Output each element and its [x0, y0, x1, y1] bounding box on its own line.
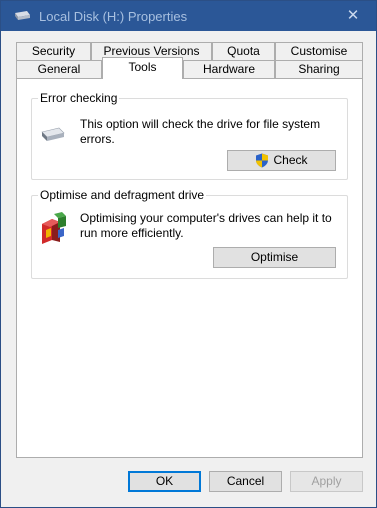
optimise-group: Optimise and defragment drive Optimising…: [31, 188, 348, 279]
optimise-button[interactable]: Optimise: [213, 247, 336, 268]
error-checking-label: Error checking: [38, 91, 120, 105]
tab-hardware[interactable]: Hardware: [183, 60, 275, 78]
tab-label: Hardware: [202, 62, 256, 76]
apply-button-label: Apply: [311, 474, 342, 488]
tab-label: Tools: [128, 60, 157, 74]
check-button[interactable]: Check: [227, 150, 336, 171]
tab-label: Security: [31, 44, 76, 58]
tab-label: Previous Versions: [103, 44, 200, 58]
apply-button[interactable]: Apply: [290, 471, 363, 492]
tab-label: General: [37, 62, 81, 76]
close-icon: ✕: [346, 7, 360, 24]
properties-dialog: Local Disk (H:) Properties ✕ Security Pr…: [0, 0, 377, 508]
optimise-label: Optimise and defragment drive: [38, 188, 207, 202]
error-checking-group: Error checking This option will check th…: [31, 91, 348, 180]
tab-label: Quota: [227, 44, 260, 58]
drive-icon: [15, 11, 30, 20]
tab-tools[interactable]: Tools: [102, 57, 183, 79]
tab-sharing[interactable]: Sharing: [275, 60, 363, 78]
defragment-icon: [42, 212, 66, 244]
ok-button-label: OK: [155, 474, 174, 488]
hard-drive-icon: [41, 127, 65, 141]
check-button-label: Check: [273, 153, 308, 167]
optimise-description: Optimising your computer's drives can he…: [80, 211, 332, 240]
optimise-button-label: Optimise: [250, 250, 299, 264]
ok-button[interactable]: OK: [128, 471, 201, 492]
close-button[interactable]: ✕: [330, 1, 376, 31]
title-bar[interactable]: Local Disk (H:) Properties ✕: [1, 1, 376, 31]
tools-panel: Error checking This option will check th…: [16, 78, 363, 458]
window-title: Local Disk (H:) Properties: [39, 9, 188, 24]
uac-shield-icon: [256, 153, 269, 168]
cancel-button-label: Cancel: [226, 474, 265, 488]
tab-label: Sharing: [298, 62, 340, 76]
tab-quota[interactable]: Quota: [212, 42, 275, 60]
tab-customise[interactable]: Customise: [275, 42, 363, 60]
cancel-button[interactable]: Cancel: [209, 471, 282, 492]
tab-general[interactable]: General: [16, 60, 102, 78]
tab-label: Customise: [290, 44, 348, 58]
error-checking-description: This option will check the drive for fil…: [80, 117, 321, 146]
tab-security[interactable]: Security: [16, 42, 91, 60]
